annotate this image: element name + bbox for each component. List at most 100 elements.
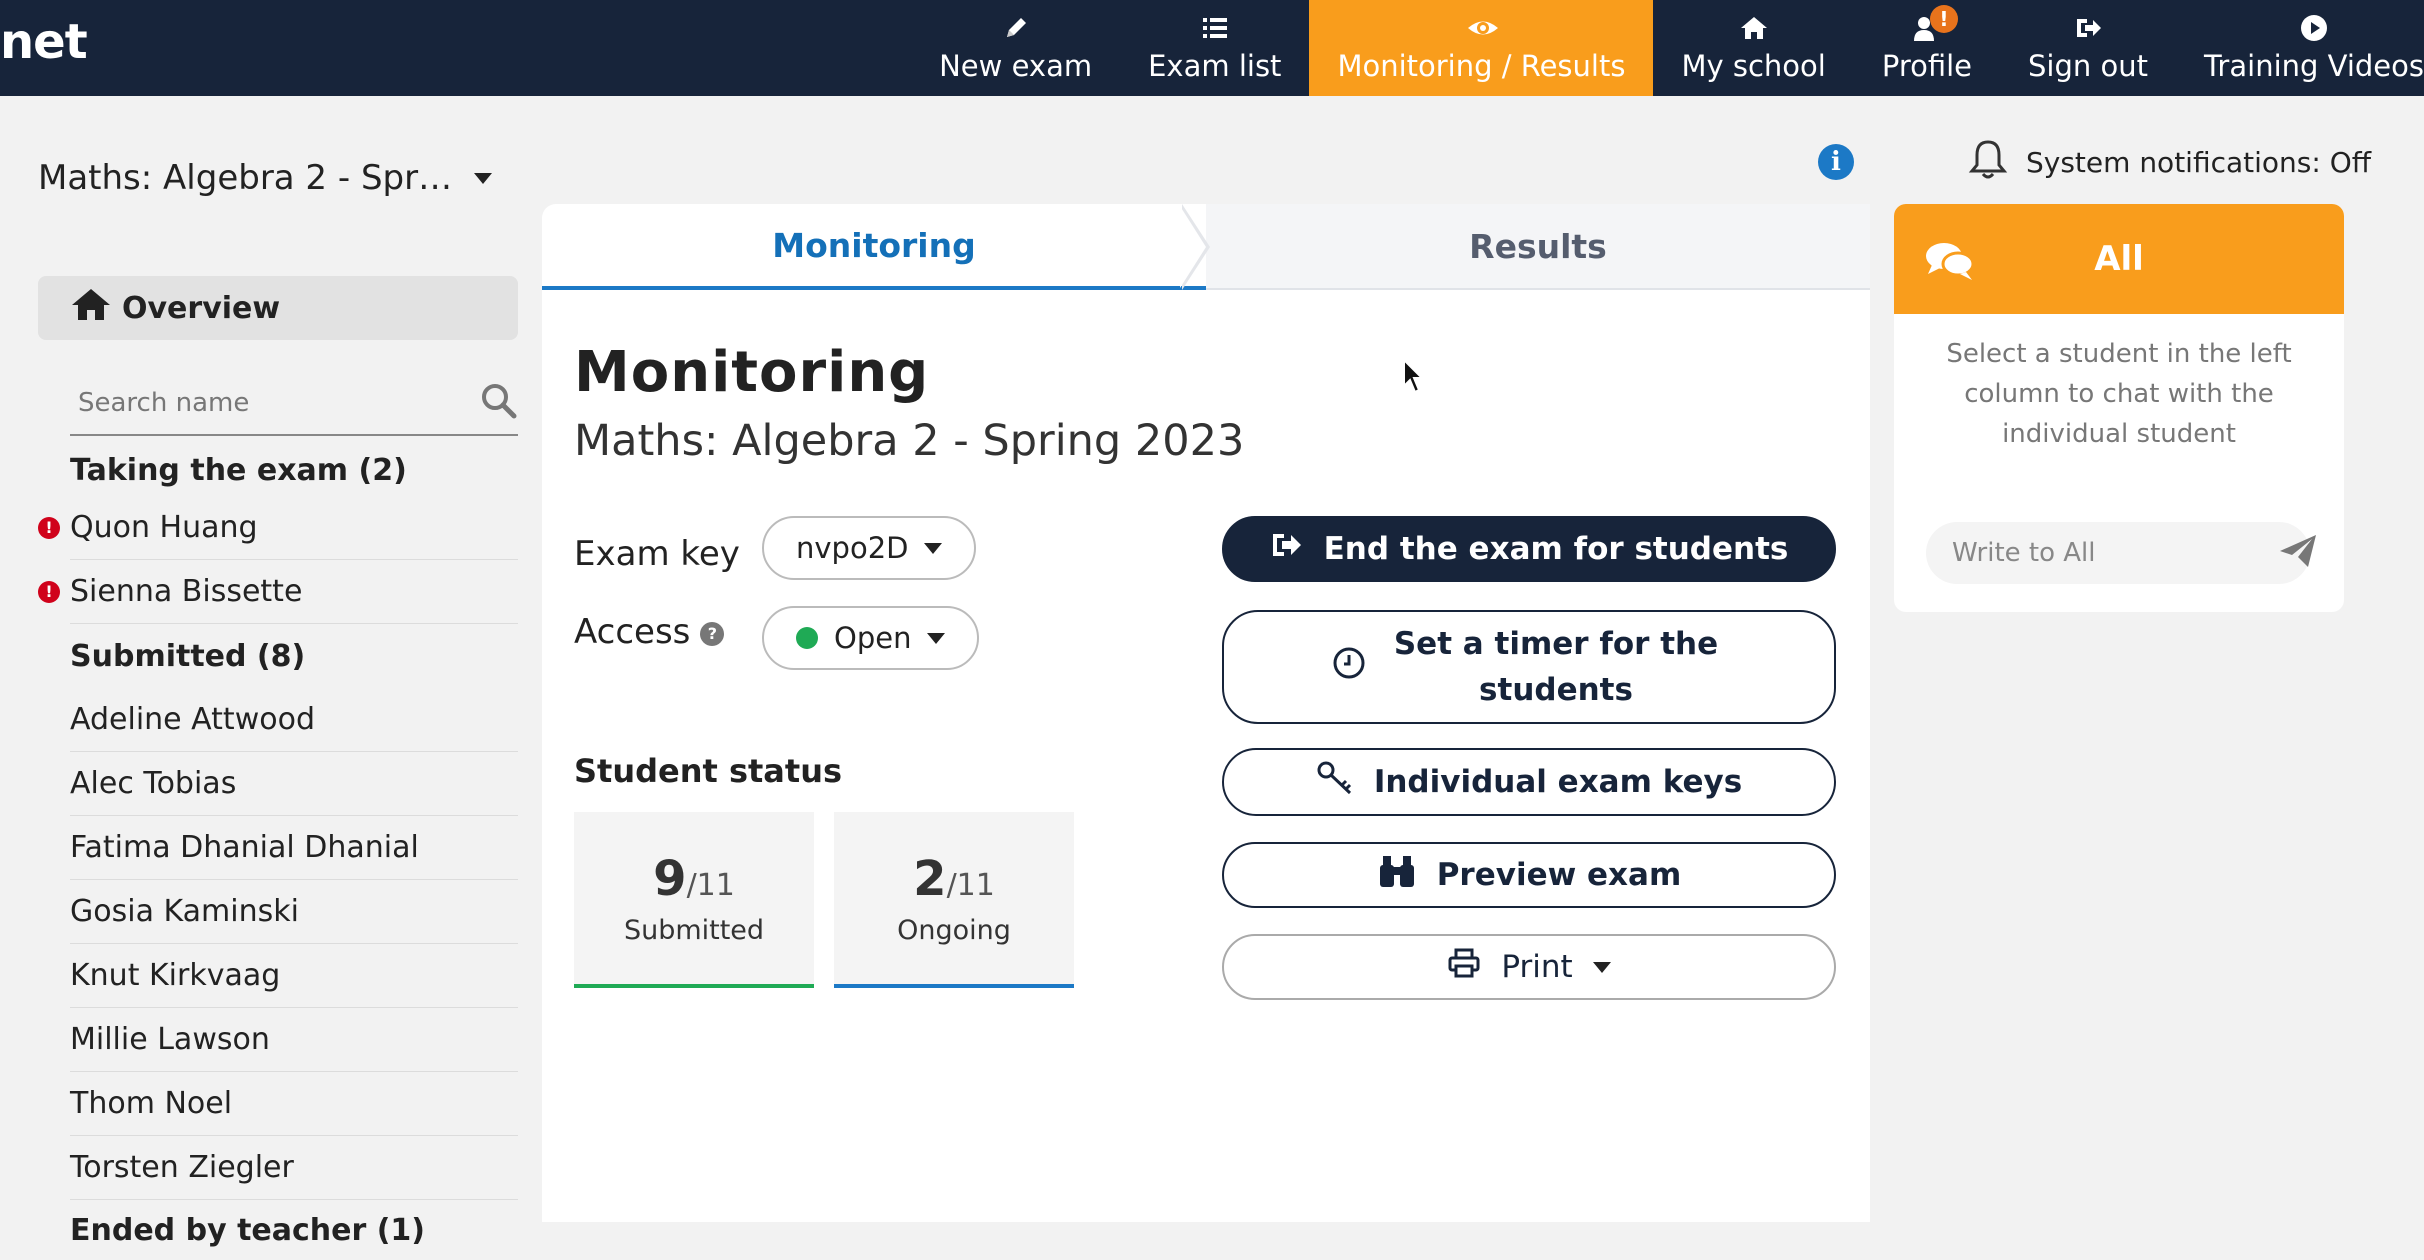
- stat-ongoing[interactable]: 2/11 Ongoing: [834, 812, 1074, 988]
- notifications-label: System notifications: Off: [2026, 146, 2372, 179]
- nav-training-videos[interactable]: Training Videos: [2176, 0, 2424, 96]
- access-value: Open: [834, 621, 912, 655]
- chat-input-box: [1926, 522, 2316, 584]
- access-label: Access?: [574, 612, 725, 652]
- stat-label: Ongoing: [897, 914, 1011, 946]
- group-title-ended: Ended by teacher (1): [70, 1212, 426, 1248]
- mouse-cursor-icon: [1402, 357, 1426, 398]
- student-row[interactable]: Adeline Attwood: [70, 688, 518, 752]
- status-dot-icon: [796, 627, 818, 649]
- home-icon: [70, 286, 112, 330]
- student-name: Thom Noel: [70, 1086, 233, 1121]
- student-row[interactable]: Knut Kirkvaag: [70, 944, 518, 1008]
- individual-keys-button[interactable]: Individual exam keys: [1222, 748, 1836, 816]
- key-icon: [1316, 760, 1354, 804]
- student-name: Adeline Attwood: [70, 702, 315, 737]
- student-row[interactable]: Torsten Ziegler: [70, 1136, 518, 1200]
- chat-hint: Select a student in the left column to c…: [1946, 339, 2292, 449]
- tab-monitoring[interactable]: Monitoring: [542, 204, 1206, 290]
- clock-icon: [1332, 646, 1366, 688]
- monitoring-panel: Monitoring Results Monitoring Maths: Alg…: [542, 204, 1870, 1222]
- nav-label: Training Videos: [2203, 49, 2424, 83]
- student-name: Quon Huang: [70, 510, 258, 545]
- student-row[interactable]: Alec Tobias: [70, 752, 518, 816]
- student-row[interactable]: ! Quon Huang: [38, 496, 518, 560]
- chat-header: All: [1894, 204, 2344, 314]
- pencil-icon: [1001, 13, 1031, 43]
- preview-exam-label: Preview exam: [1436, 857, 1682, 893]
- users-icon: !: [1912, 5, 1958, 43]
- set-timer-button[interactable]: Set a timer for the students: [1222, 610, 1836, 724]
- print-label: Print: [1501, 949, 1573, 985]
- student-list: Taking the exam (2) ! Quon Huang ! Sienn…: [38, 444, 518, 1260]
- stat-value: 9/11: [653, 850, 735, 907]
- eye-icon: [1466, 13, 1499, 43]
- search-input[interactable]: [70, 387, 480, 419]
- caret-down-icon: [474, 172, 493, 184]
- end-exam-button[interactable]: End the exam for students: [1222, 516, 1836, 582]
- exam-key-value: nvpo2D: [796, 531, 909, 565]
- warning-icon: !: [38, 516, 60, 539]
- warning-icon: !: [38, 580, 60, 603]
- student-row[interactable]: Millie Lawson: [70, 1008, 518, 1072]
- page-title: Monitoring: [574, 340, 930, 405]
- system-notifications-toggle[interactable]: System notifications: Off: [1968, 138, 2371, 187]
- overview-label: Overview: [122, 290, 281, 326]
- nav-sign-out[interactable]: Sign out: [2000, 0, 2176, 96]
- tab-bar: Monitoring Results: [542, 204, 1870, 290]
- bell-icon: [1968, 138, 2008, 187]
- tab-results[interactable]: Results: [1206, 204, 1870, 290]
- caret-down-icon: [1592, 961, 1611, 973]
- sidebar-item-overview[interactable]: Overview: [38, 276, 518, 340]
- student-row[interactable]: Fatima Dhanial Dhanial: [70, 816, 518, 880]
- brand-logo[interactable]: net: [0, 14, 88, 70]
- student-row[interactable]: ! Sienna Bissette: [38, 560, 518, 624]
- set-timer-label: Set a timer for the students: [1393, 626, 1719, 708]
- help-icon[interactable]: ?: [700, 621, 725, 646]
- student-row[interactable]: Thom Noel: [70, 1072, 518, 1136]
- stat-label: Submitted: [623, 914, 765, 946]
- home-icon: [1739, 13, 1769, 43]
- send-icon[interactable]: [2278, 533, 2318, 573]
- exam-selector[interactable]: Maths: Algebra 2 - Spr…: [38, 158, 493, 198]
- comments-icon: [1924, 240, 1976, 291]
- exam-key-label: Exam key: [574, 534, 740, 574]
- student-name: Gosia Kaminski: [70, 894, 299, 929]
- chat-panel: All Select a student in the left column …: [1894, 204, 2344, 612]
- binoculars-icon: [1377, 853, 1417, 897]
- individual-keys-label: Individual exam keys: [1373, 764, 1743, 800]
- student-name: Fatima Dhanial Dhanial: [70, 830, 419, 865]
- profile-alert-badge: !: [1929, 5, 1958, 33]
- nav-label: Exam list: [1148, 49, 1282, 83]
- end-exam-label: End the exam for students: [1323, 531, 1789, 567]
- top-navigation: net New exam Exam list Monitoring / Resu…: [0, 0, 2424, 96]
- tab-separator-arrow: [1180, 204, 1210, 290]
- student-row[interactable]: Gosia Kaminski: [70, 880, 518, 944]
- nav-label: New exam: [939, 49, 1093, 83]
- stat-submitted[interactable]: 9/11 Submitted: [574, 812, 814, 988]
- printer-icon: [1447, 947, 1481, 987]
- nav-profile[interactable]: ! Profile: [1854, 0, 2000, 96]
- access-label-text: Access: [574, 612, 691, 652]
- search-icon[interactable]: [480, 382, 518, 424]
- preview-exam-button[interactable]: Preview exam: [1222, 842, 1836, 908]
- chat-title: All: [2094, 239, 2144, 279]
- nav-monitoring-results[interactable]: Monitoring / Results: [1309, 0, 1654, 96]
- nav-exam-list[interactable]: Exam list: [1120, 0, 1309, 96]
- access-dropdown[interactable]: Open: [762, 606, 980, 670]
- nav-my-school[interactable]: My school: [1653, 0, 1853, 96]
- group-title-submitted: Submitted (8): [70, 638, 306, 674]
- student-name: Knut Kirkvaag: [70, 958, 281, 993]
- student-name: Torsten Ziegler: [70, 1150, 294, 1185]
- search-box: [70, 372, 518, 436]
- nav-items: New exam Exam list Monitoring / Results …: [911, 0, 2424, 96]
- exam-key-dropdown[interactable]: nvpo2D: [762, 516, 977, 580]
- caret-down-icon: [927, 632, 946, 644]
- info-icon[interactable]: i: [1818, 144, 1854, 180]
- student-name: Alec Tobias: [70, 766, 237, 801]
- chat-message-input[interactable]: [1950, 537, 2278, 569]
- print-button[interactable]: Print: [1222, 934, 1836, 1000]
- nav-label: My school: [1681, 49, 1826, 83]
- nav-new-exam[interactable]: New exam: [911, 0, 1120, 96]
- exam-selector-label: Maths: Algebra 2 - Spr…: [38, 158, 453, 198]
